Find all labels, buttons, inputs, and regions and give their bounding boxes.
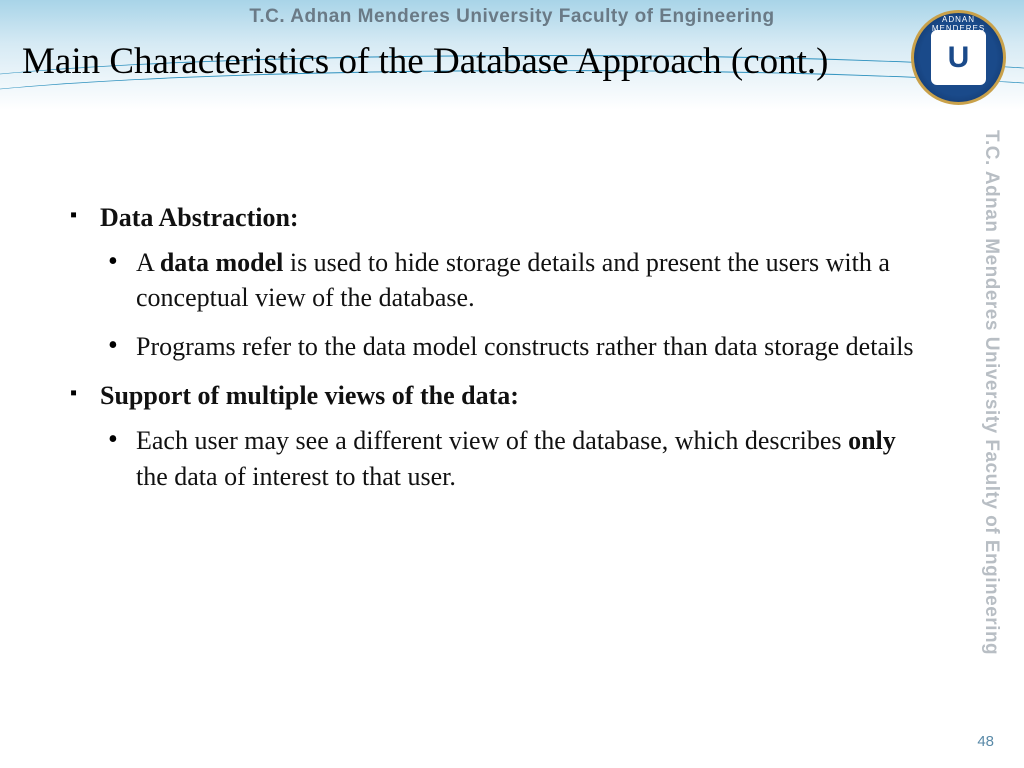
sub-bullet: Programs refer to the data model constru… [100, 329, 924, 364]
slide-content: Data Abstraction: A data model is used t… [70, 200, 924, 508]
side-banner: T.C. Adnan Menderes University Faculty o… [976, 130, 1006, 690]
logo-letter: U [931, 30, 986, 85]
text-run: Programs refer to the data model constru… [136, 332, 914, 361]
sub-bullet: A data model is used to hide storage det… [100, 245, 924, 315]
sub-bullet: Each user may see a different view of th… [100, 423, 924, 493]
bullet-heading: Support of multiple views of the data: [100, 381, 519, 410]
slide-title: Main Characteristics of the Database App… [22, 40, 829, 83]
university-logo: ADNAN MENDERES U [911, 10, 1006, 105]
text-run-bold: data model [160, 248, 284, 277]
bullet-heading: Data Abstraction: [100, 203, 299, 232]
page-number: 48 [977, 733, 994, 750]
bullet-multiple-views: Support of multiple views of the data: E… [70, 378, 924, 493]
text-run: A [136, 248, 160, 277]
text-run-bold: only [848, 426, 896, 455]
header-institution: T.C. Adnan Menderes University Faculty o… [0, 6, 1024, 28]
side-institution: T.C. Adnan Menderes University Faculty o… [980, 130, 1002, 655]
text-run: the data of interest to that user. [136, 462, 456, 491]
text-run: Each user may see a different view of th… [136, 426, 848, 455]
bullet-data-abstraction: Data Abstraction: A data model is used t… [70, 200, 924, 364]
